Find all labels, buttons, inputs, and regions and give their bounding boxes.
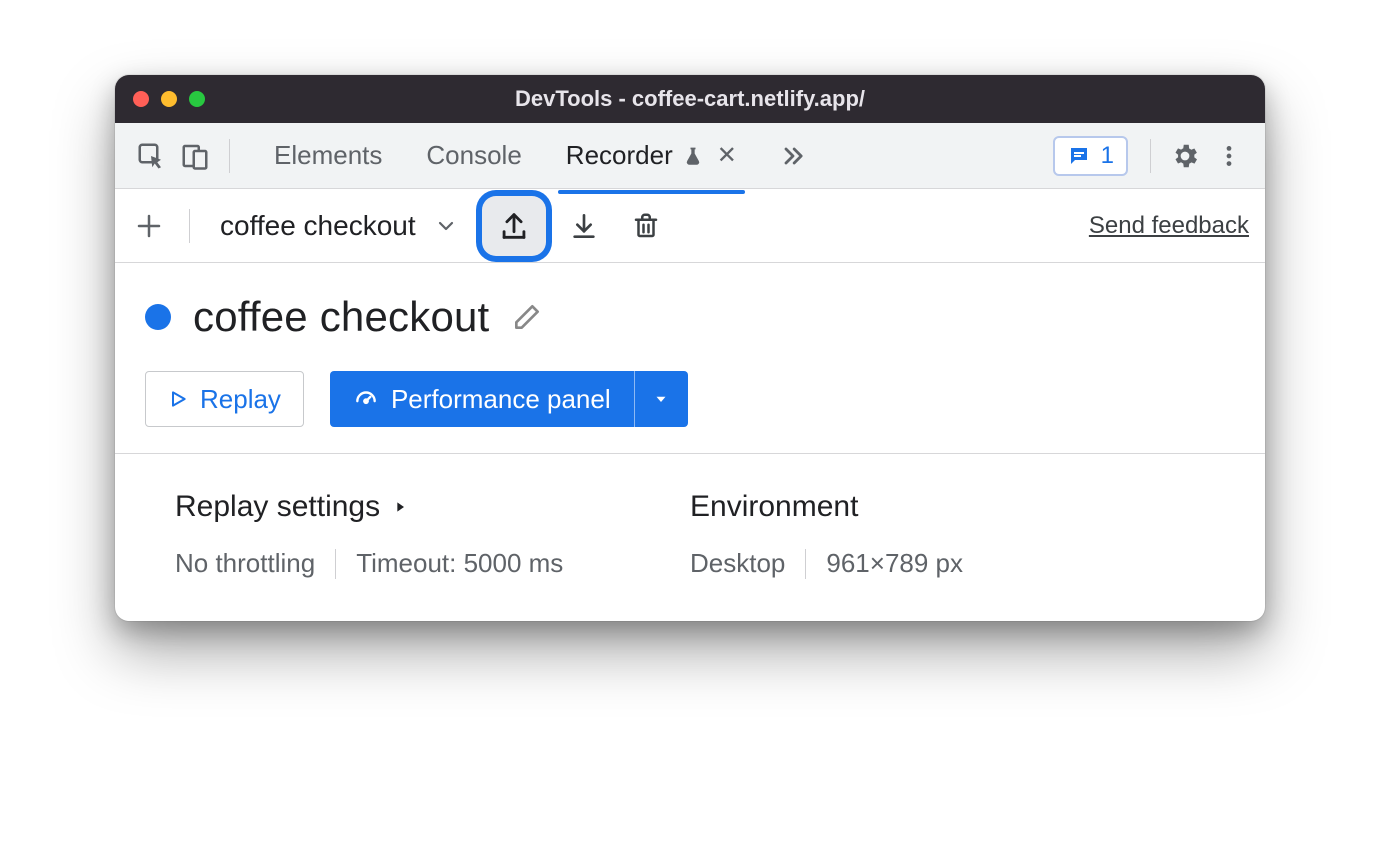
- export-recording-button[interactable]: [482, 196, 546, 256]
- separator: [805, 549, 806, 579]
- tab-recorder[interactable]: Recorder ✕: [564, 128, 739, 183]
- traffic-lights: [133, 91, 205, 107]
- send-feedback-link[interactable]: Send feedback: [1089, 212, 1249, 240]
- recording-actions: Replay Performance panel: [145, 371, 1235, 427]
- tab-label: Console: [426, 140, 521, 171]
- gauge-icon: [353, 386, 379, 412]
- minimize-window-button[interactable]: [161, 91, 177, 107]
- performance-panel-split-button: Performance panel: [330, 371, 688, 427]
- kebab-menu-icon[interactable]: [1211, 138, 1247, 174]
- tab-label: Elements: [274, 140, 382, 171]
- separator: [1150, 139, 1151, 173]
- panel-tabs: Elements Console Recorder ✕: [272, 128, 739, 183]
- recording-settings: Replay settings Environment No throttlin…: [115, 453, 1265, 621]
- download-icon: [568, 210, 600, 242]
- environment-heading: Environment: [690, 490, 1205, 524]
- edit-recording-name-button[interactable]: [511, 301, 543, 333]
- recording-selector[interactable]: coffee checkout: [220, 210, 458, 242]
- replay-label: Replay: [200, 384, 281, 415]
- throttling-value: No throttling: [175, 548, 315, 579]
- issues-count: 1: [1101, 142, 1114, 170]
- performance-panel-dropdown[interactable]: [634, 371, 688, 427]
- more-tabs-icon[interactable]: [775, 138, 811, 174]
- play-icon: [168, 389, 188, 409]
- replay-button[interactable]: Replay: [145, 371, 304, 427]
- performance-panel-label: Performance panel: [391, 384, 611, 415]
- new-recording-button[interactable]: [131, 208, 167, 244]
- performance-panel-button[interactable]: Performance panel: [330, 371, 634, 427]
- main-tabs-row: Elements Console Recorder ✕ 1: [115, 123, 1265, 189]
- window-title: DevTools - coffee-cart.netlify.app/: [115, 86, 1265, 112]
- close-window-button[interactable]: [133, 91, 149, 107]
- separator: [335, 549, 336, 579]
- inspect-element-icon[interactable]: [133, 138, 169, 174]
- tab-label: Recorder: [566, 140, 673, 171]
- recording-name: coffee checkout: [193, 293, 489, 341]
- trash-icon: [631, 211, 661, 241]
- tab-elements[interactable]: Elements: [272, 128, 384, 183]
- separator: [229, 139, 230, 173]
- environment-label: Environment: [690, 490, 858, 524]
- replay-settings-label: Replay settings: [175, 490, 380, 524]
- device-toolbar-icon[interactable]: [177, 138, 213, 174]
- recording-status-dot-icon: [145, 304, 171, 330]
- timeout-value: Timeout: 5000 ms: [356, 548, 563, 579]
- chat-icon: [1067, 144, 1091, 168]
- maximize-window-button[interactable]: [189, 91, 205, 107]
- device-value: Desktop: [690, 548, 785, 579]
- recorder-toolbar: coffee checkout: [115, 189, 1265, 263]
- separator: [189, 209, 190, 243]
- viewport-value: 961×789 px: [826, 548, 963, 579]
- import-recording-button[interactable]: [560, 202, 608, 250]
- environment-values: Desktop 961×789 px: [690, 548, 1205, 579]
- experiment-flask-icon: [683, 145, 703, 167]
- recording-header: coffee checkout Replay: [115, 263, 1265, 453]
- replay-settings-values: No throttling Timeout: 5000 ms: [175, 548, 690, 579]
- settings-gear-icon[interactable]: [1167, 138, 1203, 174]
- delete-recording-button[interactable]: [622, 202, 670, 250]
- issues-chip[interactable]: 1: [1053, 136, 1128, 176]
- upload-icon: [497, 209, 531, 243]
- devtools-window: DevTools - coffee-cart.netlify.app/ Elem…: [115, 75, 1265, 621]
- titlebar: DevTools - coffee-cart.netlify.app/: [115, 75, 1265, 123]
- replay-settings-heading[interactable]: Replay settings: [175, 490, 690, 524]
- recording-selector-label: coffee checkout: [220, 210, 416, 242]
- tab-console[interactable]: Console: [424, 128, 523, 183]
- chevron-down-icon: [434, 214, 458, 238]
- close-tab-icon[interactable]: ✕: [717, 141, 737, 170]
- expand-caret-icon: [392, 498, 408, 516]
